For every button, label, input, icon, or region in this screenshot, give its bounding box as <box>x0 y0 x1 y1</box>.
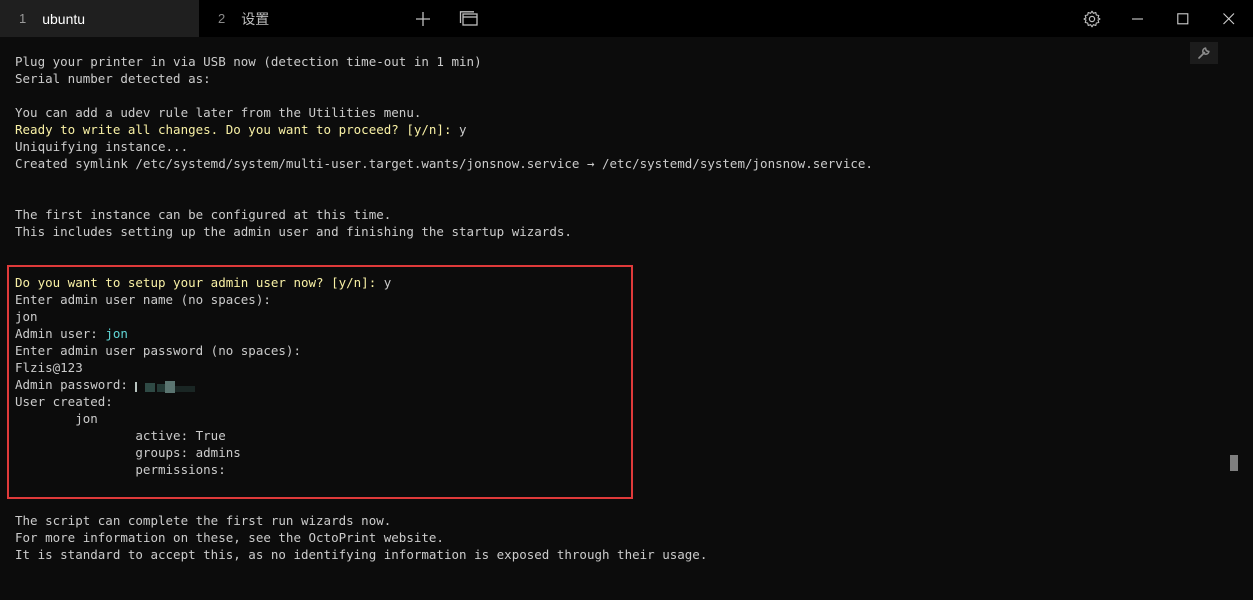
terminal-line: Admin user: jon <box>15 325 128 342</box>
tab-number: 2 <box>218 11 226 26</box>
title-bar: 1 ubuntu 2 设置 <box>0 0 1253 37</box>
terminal-line: For more information on these, see the O… <box>15 530 444 545</box>
terminal-line: This includes setting up the admin user … <box>15 224 572 239</box>
tab-number: 1 <box>19 11 27 26</box>
proceed-answer: y <box>451 122 467 137</box>
wrench-button[interactable] <box>1190 42 1218 64</box>
terminal-line: You can add a udev rule later from the U… <box>15 105 422 120</box>
admin-setup-prompt: Do you want to setup your admin user now… <box>15 275 377 290</box>
settings-button[interactable] <box>1078 0 1106 37</box>
terminal-line: Admin password: <box>15 376 196 393</box>
terminal-line: Do you want to setup your admin user now… <box>15 274 391 291</box>
terminal-line: groups: admins <box>15 445 241 460</box>
tab-label: ubuntu <box>42 10 86 27</box>
terminal-line: User created: <box>15 394 113 409</box>
scrollbar-thumb[interactable] <box>1230 455 1238 471</box>
admin-user-label: Admin user: <box>15 326 106 341</box>
tab-overview-button[interactable] <box>454 0 484 37</box>
close-button[interactable] <box>1215 0 1243 37</box>
terminal-line: Ready to write all changes. Do you want … <box>15 121 467 138</box>
terminal-line: The script can complete the first run wi… <box>15 513 392 528</box>
plus-icon <box>416 11 430 26</box>
terminal-line: Flzis@123 <box>15 360 83 375</box>
tabs-icon <box>459 10 478 26</box>
close-icon <box>1223 12 1235 24</box>
scrollbar[interactable] <box>1228 37 1238 577</box>
terminal-line: Enter admin user name (no spaces): <box>15 292 271 307</box>
gear-icon <box>1083 10 1101 27</box>
tab-settings[interactable]: 2 设置 <box>199 0 399 37</box>
terminal-line: Enter admin user password (no spaces): <box>15 343 301 358</box>
maximize-icon <box>1177 12 1189 24</box>
redacted-password <box>135 380 196 393</box>
minimize-button[interactable] <box>1124 0 1152 37</box>
terminal-line: permissions: <box>15 462 226 477</box>
admin-setup-answer: y <box>376 275 392 290</box>
terminal-line: jon <box>15 411 98 426</box>
terminal-line: It is standard to accept this, as no ide… <box>15 547 708 562</box>
terminal-line: The first instance can be configured at … <box>15 207 392 222</box>
minimize-icon <box>1132 17 1143 20</box>
wrench-icon <box>1198 47 1210 59</box>
terminal-line: Serial number detected as: <box>15 71 211 86</box>
terminal-line: Created symlink /etc/systemd/system/mult… <box>15 156 873 171</box>
admin-password-label: Admin password: <box>15 377 136 392</box>
admin-user-value: jon <box>105 326 128 341</box>
new-tab-button[interactable] <box>408 0 438 37</box>
terminal-line: active: True <box>15 428 226 443</box>
tab-label: 设置 <box>241 10 270 27</box>
terminal-line: Plug your printer in via USB now (detect… <box>15 54 482 69</box>
terminal-line: jon <box>15 309 38 324</box>
terminal-line: Uniquifying instance... <box>15 139 189 154</box>
maximize-button[interactable] <box>1169 0 1197 37</box>
proceed-prompt: Ready to write all changes. Do you want … <box>15 122 452 137</box>
tab-ubuntu[interactable]: 1 ubuntu <box>0 0 199 37</box>
